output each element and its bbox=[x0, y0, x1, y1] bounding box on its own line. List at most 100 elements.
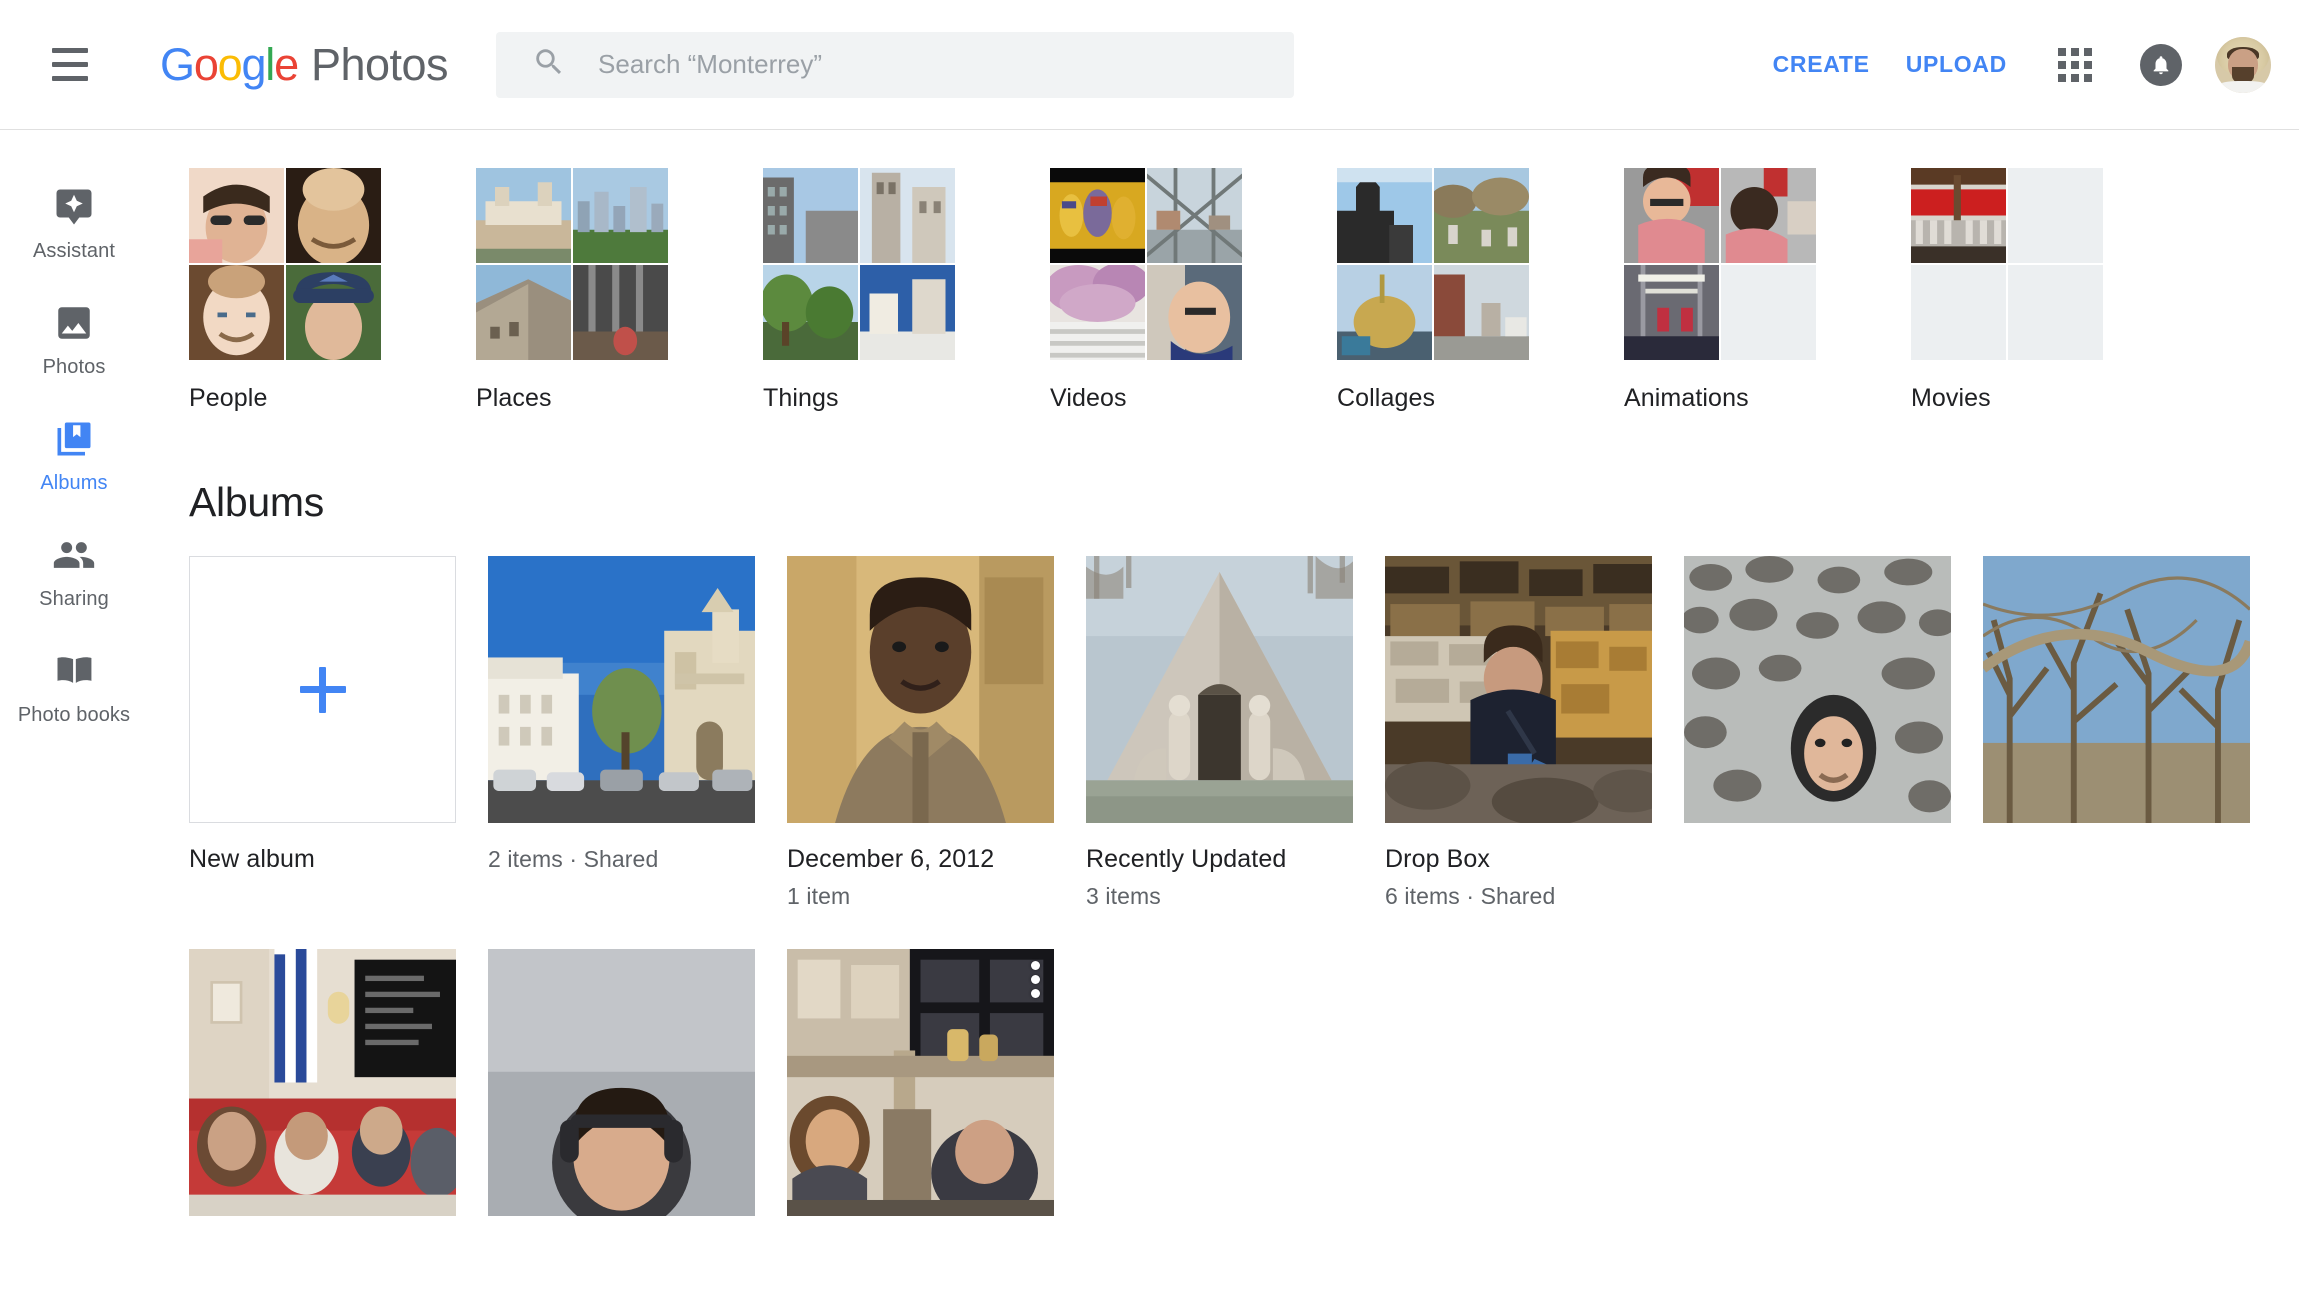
hamburger-menu-icon[interactable] bbox=[34, 29, 106, 101]
thumbnail bbox=[573, 265, 668, 360]
search-input[interactable] bbox=[598, 31, 1295, 98]
album-cover bbox=[787, 556, 1054, 823]
album-cover bbox=[488, 948, 755, 1216]
album-card[interactable]: 2 items · Shared bbox=[488, 556, 755, 911]
category-people[interactable]: People bbox=[189, 168, 381, 413]
create-button[interactable]: CREATE bbox=[1755, 37, 1888, 92]
sidebar-item-photo-books[interactable]: Photo books bbox=[0, 633, 148, 749]
category-label: Places bbox=[476, 384, 552, 412]
category-thumbnail-mosaic bbox=[1911, 168, 2103, 360]
sidebar-item-label: Photo books bbox=[17, 704, 131, 726]
albums-bookmark-icon bbox=[52, 415, 96, 463]
photo-book-icon bbox=[52, 647, 96, 695]
album-overflow-menu-icon[interactable] bbox=[1031, 960, 1040, 998]
sidebar-item-label: Sharing bbox=[39, 588, 109, 610]
album-card[interactable] bbox=[1983, 556, 2250, 911]
category-collages[interactable]: Collages bbox=[1337, 168, 1529, 413]
assistant-sparkle-icon bbox=[53, 183, 95, 231]
category-animations[interactable]: Animations bbox=[1624, 168, 1816, 413]
thumbnail bbox=[763, 265, 858, 360]
thumbnail bbox=[1434, 168, 1529, 263]
category-places[interactable]: Places bbox=[476, 168, 668, 413]
album-card[interactable]: Drop Box 6 items · Shared bbox=[1385, 556, 1652, 911]
apps-grid-icon[interactable] bbox=[2039, 29, 2111, 101]
album-grid: New album 2 items · Shared December 6, 2… bbox=[148, 526, 2299, 1254]
sidebar-item-sharing[interactable]: Sharing bbox=[0, 517, 148, 633]
apps-grid-glyph bbox=[2058, 47, 2092, 82]
thumbnail bbox=[189, 168, 284, 263]
category-label: Animations bbox=[1624, 384, 1749, 412]
album-meta: 6 items · Shared bbox=[1385, 883, 1556, 910]
album-cover bbox=[1385, 556, 1652, 823]
new-album-cover bbox=[189, 556, 456, 823]
sidebar-item-photos[interactable]: Photos bbox=[0, 285, 148, 401]
search-bar[interactable] bbox=[496, 31, 1295, 98]
thumbnail bbox=[1434, 265, 1529, 360]
notifications-button[interactable] bbox=[2125, 29, 2197, 101]
album-cover bbox=[1684, 556, 1951, 823]
plus-icon bbox=[299, 666, 346, 713]
thumbnail bbox=[286, 168, 381, 263]
album-title: New album bbox=[189, 845, 315, 873]
thumbnail bbox=[476, 265, 571, 360]
google-wordmark: Google bbox=[160, 39, 299, 90]
category-thumbnail-mosaic bbox=[189, 168, 381, 360]
category-strip: People Places Things Videos Collages Ani… bbox=[148, 131, 2299, 413]
album-cover bbox=[189, 948, 456, 1216]
album-card[interactable] bbox=[189, 948, 456, 1216]
sidebar-item-label: Albums bbox=[40, 472, 108, 494]
category-thumbnail-mosaic bbox=[1624, 168, 1816, 360]
album-card[interactable] bbox=[787, 948, 1054, 1216]
album-card[interactable] bbox=[1684, 556, 1951, 911]
album-card[interactable] bbox=[488, 948, 755, 1216]
avatar[interactable] bbox=[2215, 36, 2271, 93]
app-header: Google Photos CREATE UPLOAD bbox=[0, 0, 2299, 130]
new-album-card[interactable]: New album bbox=[189, 556, 456, 911]
thumbnail bbox=[860, 168, 955, 263]
album-title: Recently Updated bbox=[1086, 845, 1287, 873]
album-cover bbox=[787, 948, 1054, 1216]
empty-thumbnail bbox=[2008, 168, 2103, 263]
people-sharing-icon bbox=[52, 531, 96, 579]
thumbnail bbox=[1337, 168, 1432, 263]
album-title: Drop Box bbox=[1385, 845, 1491, 873]
category-label: Videos bbox=[1050, 384, 1127, 412]
sidebar-item-assistant[interactable]: Assistant bbox=[0, 169, 148, 285]
album-cover bbox=[1086, 556, 1353, 823]
category-thumbnail-mosaic bbox=[763, 168, 955, 360]
search-icon bbox=[532, 45, 566, 84]
photo-mountain-icon bbox=[53, 299, 95, 347]
sidebar-item-label: Photos bbox=[42, 356, 106, 378]
category-thumbnail-mosaic bbox=[1050, 168, 1242, 360]
product-name: Photos bbox=[310, 39, 449, 90]
category-thumbnail-mosaic bbox=[1337, 168, 1529, 360]
album-cover bbox=[1983, 556, 2250, 823]
category-label: Things bbox=[763, 384, 839, 412]
album-meta: 2 items · Shared bbox=[488, 846, 659, 872]
album-meta: 1 item bbox=[787, 883, 851, 910]
empty-thumbnail bbox=[1911, 265, 2006, 360]
empty-thumbnail bbox=[1721, 265, 1816, 360]
album-card[interactable]: December 6, 2012 1 item bbox=[787, 556, 1054, 911]
sidebar-item-albums[interactable]: Albums bbox=[0, 401, 148, 517]
brand-logo[interactable]: Google Photos bbox=[160, 39, 449, 90]
category-label: Movies bbox=[1911, 384, 1991, 412]
category-things[interactable]: Things bbox=[763, 168, 955, 413]
header-actions: CREATE UPLOAD bbox=[1755, 29, 2299, 101]
sidebar-nav: Assistant Photos Albums Sharing Photo bo… bbox=[0, 131, 148, 1303]
thumbnail bbox=[763, 168, 858, 263]
page-title: Albums bbox=[189, 479, 324, 525]
upload-button[interactable]: UPLOAD bbox=[1888, 37, 2025, 92]
thumbnail bbox=[1721, 168, 1816, 263]
thumbnail bbox=[573, 168, 668, 263]
category-thumbnail-mosaic bbox=[476, 168, 668, 360]
thumbnail bbox=[1911, 168, 2006, 263]
album-card[interactable]: Recently Updated 3 items bbox=[1086, 556, 1353, 911]
category-label: People bbox=[189, 384, 268, 412]
bell-icon bbox=[2140, 43, 2182, 86]
category-movies[interactable]: Movies bbox=[1911, 168, 2103, 413]
album-meta: 3 items bbox=[1086, 883, 1161, 910]
album-cover bbox=[488, 556, 755, 823]
category-videos[interactable]: Videos bbox=[1050, 168, 1242, 413]
thumbnail bbox=[1337, 265, 1432, 360]
